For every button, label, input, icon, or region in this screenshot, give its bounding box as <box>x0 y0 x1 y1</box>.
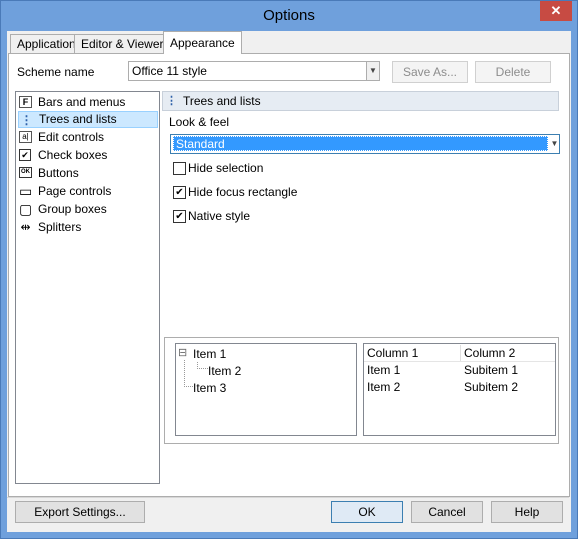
preview-tree: ⊟ Item 1 Item 2 Item 3 <box>175 343 357 436</box>
look-feel-combo[interactable]: Standard ▼ <box>170 134 560 154</box>
delete-button[interactable]: Delete <box>475 61 551 83</box>
splitter-icon: ⇹ <box>20 220 31 234</box>
checkbox-icon: ✔ <box>19 149 31 161</box>
tree-item[interactable]: Item 3 <box>193 381 226 395</box>
window-title: Options <box>263 7 315 24</box>
bars-menus-icon: F <box>19 96 32 108</box>
appearance-tab-panel: Scheme name Office 11 style ▼ Save As...… <box>8 53 570 497</box>
edit-control-icon: a| <box>19 131 32 143</box>
list-cell[interactable]: Subitem 2 <box>464 379 518 395</box>
title-bar: Options ✕ <box>1 1 577 31</box>
nav-item-bars-menus[interactable]: F Bars and menus <box>18 94 156 111</box>
list-cell[interactable]: Subitem 1 <box>464 362 518 378</box>
hide-selection-label: Hide selection <box>188 161 264 175</box>
column-header[interactable]: Column 2 <box>464 345 552 361</box>
scheme-name-label: Scheme name <box>17 65 95 79</box>
collapse-icon[interactable]: ⊟ <box>178 346 187 359</box>
nav-item-group-boxes[interactable]: ▢ Group boxes <box>18 201 156 218</box>
nav-item-label: Edit controls <box>38 130 105 144</box>
hide-focus-rectangle-label: Hide focus rectangle <box>188 185 298 199</box>
tab-editor-viewers[interactable]: Editor & Viewers <box>74 34 177 54</box>
native-style-checkbox[interactable]: ✔ <box>173 210 186 223</box>
page-control-icon: ▭ <box>19 183 33 199</box>
nav-item-label: Page controls <box>38 184 112 198</box>
list-cell[interactable]: Item 1 <box>367 362 400 378</box>
tree-connector <box>184 360 193 387</box>
tab-appearance[interactable]: Appearance <box>163 31 242 54</box>
nav-item-trees-lists[interactable]: ⋮ Trees and lists <box>18 111 158 128</box>
options-dialog: Options ✕ Application Editor & Viewers A… <box>0 0 578 539</box>
nav-item-label: Check boxes <box>38 148 108 162</box>
nav-item-label: Trees and lists <box>39 112 117 126</box>
native-style-label: Native style <box>188 209 251 223</box>
section-title: Trees and lists <box>183 94 261 108</box>
scheme-name-combo[interactable]: Office 11 style ▼ <box>128 61 380 81</box>
nav-item-label: Splitters <box>38 220 82 234</box>
button-icon: OK <box>19 167 32 178</box>
tree-item[interactable]: Item 2 <box>208 364 241 378</box>
list-cell[interactable]: Item 2 <box>367 379 400 395</box>
save-as-button[interactable]: Save As... <box>392 61 468 83</box>
nav-item-page-controls[interactable]: ▭ Page controls <box>18 183 156 200</box>
nav-item-label: Bars and menus <box>38 95 126 109</box>
close-button[interactable]: ✕ <box>540 1 572 21</box>
nav-item-edit-controls[interactable]: a| Edit controls <box>18 129 156 146</box>
cancel-button[interactable]: Cancel <box>411 501 483 523</box>
column-divider[interactable] <box>460 345 461 361</box>
scheme-name-value: Office 11 style <box>132 64 207 78</box>
help-button[interactable]: Help <box>491 501 563 523</box>
dialog-client-area: Application Editor & Viewers Appearance … <box>7 31 571 532</box>
section-header: ⋮ Trees and lists <box>162 91 559 111</box>
nav-item-buttons[interactable]: OK Buttons <box>18 165 156 182</box>
preview-panel: ⊟ Item 1 Item 2 Item 3 Column 1 Column 2… <box>164 337 559 444</box>
chevron-down-icon[interactable]: ▼ <box>366 62 379 80</box>
tree-item[interactable]: Item 1 <box>193 347 226 361</box>
column-header[interactable]: Column 1 <box>367 345 459 361</box>
chevron-down-icon[interactable]: ▼ <box>550 135 559 153</box>
look-feel-label: Look & feel <box>169 115 230 129</box>
hide-selection-checkbox[interactable] <box>173 162 186 175</box>
tab-application[interactable]: Application <box>10 34 83 54</box>
group-box-icon: ▢ <box>19 201 33 217</box>
tree-icon: ⋮ <box>20 113 33 127</box>
category-list: F Bars and menus ⋮ Trees and lists a| Ed… <box>15 91 160 484</box>
look-feel-value: Standard <box>173 136 548 151</box>
ok-button[interactable]: OK <box>331 501 403 523</box>
preview-list-view: Column 1 Column 2 Item 1 Subitem 1 Item … <box>363 343 556 436</box>
export-settings-button[interactable]: Export Settings... <box>15 501 145 523</box>
tree-connector <box>197 362 208 369</box>
footer-separator <box>7 497 569 498</box>
tree-icon: ⋮ <box>166 95 177 107</box>
hide-focus-rectangle-checkbox[interactable]: ✔ <box>173 186 186 199</box>
nav-item-splitters[interactable]: ⇹ Splitters <box>18 219 156 236</box>
nav-item-check-boxes[interactable]: ✔ Check boxes <box>18 147 156 164</box>
nav-item-label: Group boxes <box>38 202 107 216</box>
nav-item-label: Buttons <box>38 166 79 180</box>
